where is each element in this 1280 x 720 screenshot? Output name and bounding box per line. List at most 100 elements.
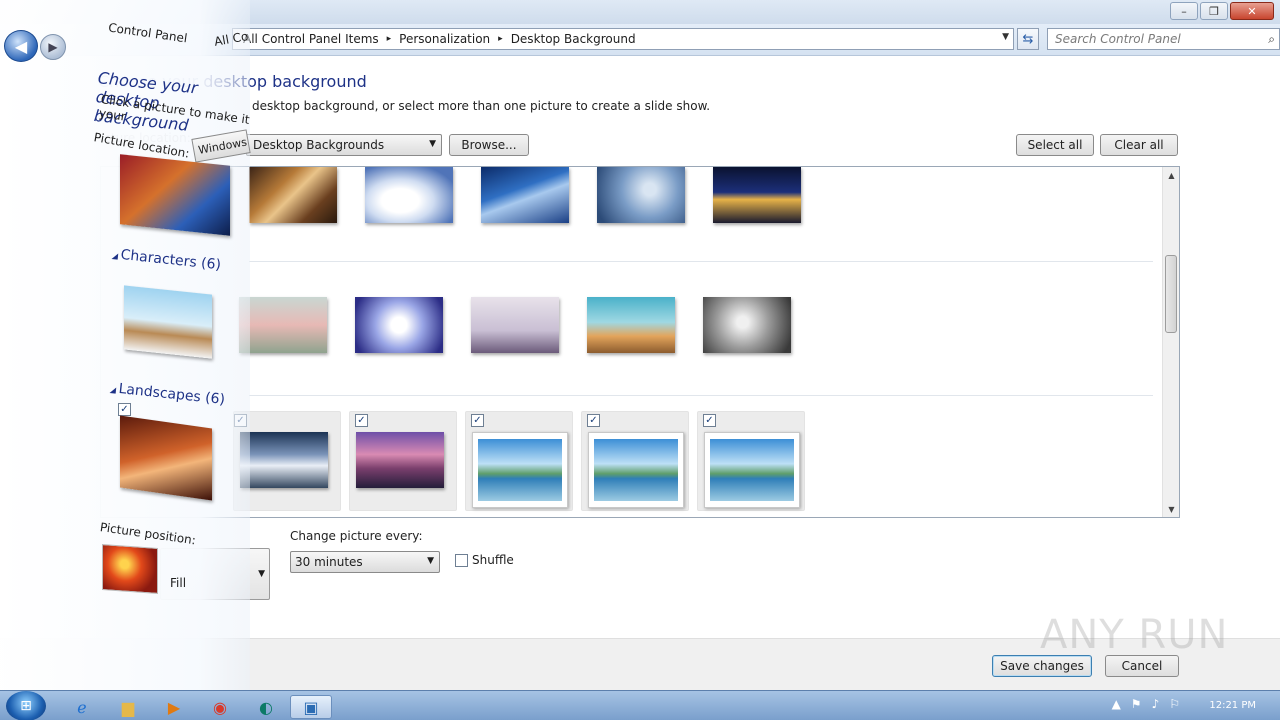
search-input[interactable]: Search Control Panel ⌕ — [1047, 28, 1280, 50]
taskbar-edge[interactable]: ◐ — [246, 695, 286, 719]
thumbnail-characters-4[interactable] — [471, 297, 581, 397]
address-bar[interactable]: All Control Panel Items ▸ Personalizatio… — [232, 28, 1014, 50]
thumbnail-landscapes-2[interactable]: ✓ — [233, 411, 341, 511]
watermark-logo: ANY RUN — [1040, 612, 1229, 658]
address-row: All Control Panel Items ▸ Personalizatio… — [0, 24, 1280, 56]
search-placeholder: Search Control Panel — [1055, 32, 1181, 46]
overlay-position-label: Picture position: — [99, 520, 197, 548]
thumbnail-checkbox[interactable]: ✓ — [703, 414, 716, 427]
start-button[interactable]: ⊞ — [6, 691, 46, 720]
thumbnail-landscapes-6[interactable]: ✓ — [697, 411, 805, 511]
thumbnail-frame — [472, 432, 568, 508]
thumbnail-image — [471, 297, 559, 353]
control-panel-icon: ▣ — [303, 697, 319, 717]
folder-icon: ▆ — [121, 697, 135, 717]
media-player-icon: ▶ — [167, 697, 181, 717]
thumbnail-architecture-5[interactable] — [705, 167, 813, 267]
refresh-icon: ⇆ — [1022, 31, 1034, 47]
window-controls: – ❐ ✕ — [1170, 2, 1274, 20]
thumbnail-characters-3[interactable] — [355, 297, 465, 397]
group-divider — [249, 395, 1153, 396]
breadcrumb-desktop-background[interactable]: Desktop Background — [511, 32, 636, 46]
picture-location-select[interactable]: Desktop Backgrounds ▼ — [246, 134, 442, 156]
thumbnail-frame — [704, 432, 800, 508]
thumbnail-image — [481, 167, 569, 223]
scroll-down-arrow-icon[interactable]: ▼ — [1163, 501, 1179, 517]
thumbnail-architecture-1[interactable] — [241, 167, 349, 267]
thumbnail-image — [713, 167, 801, 223]
clear-all-button[interactable]: Clear all — [1100, 134, 1178, 156]
thumbnail-image — [710, 439, 794, 501]
shuffle-label: Shuffle — [472, 553, 514, 567]
browse-button[interactable]: Browse... — [449, 134, 529, 156]
breadcrumb-all-control-panel-items[interactable]: All Control Panel Items — [243, 32, 379, 46]
select-all-button[interactable]: Select all — [1016, 134, 1094, 156]
minimize-button[interactable]: – — [1170, 2, 1198, 20]
search-icon[interactable]: ⌕ — [1268, 32, 1275, 47]
chevron-down-icon: ▼ — [429, 139, 436, 149]
close-button[interactable]: ✕ — [1230, 2, 1274, 20]
taskbar-internet-explorer[interactable]: ℯ — [62, 695, 102, 719]
change-picture-value: 30 minutes — [295, 555, 363, 569]
overlay-position-preview — [102, 544, 158, 594]
picture-gallery[interactable]: ✓ ✓ ✓ ✓ ✓ ▲ ▼ — [100, 166, 1180, 518]
thumbnail-checkbox[interactable]: ✓ — [355, 414, 368, 427]
thumbnail-checkbox[interactable]: ✓ — [234, 414, 247, 427]
show-hidden-icons-icon[interactable]: ▲ — [1112, 697, 1121, 711]
taskbar-chrome[interactable]: ◉ — [200, 695, 240, 719]
picture-position-select[interactable]: ▼ — [160, 548, 270, 600]
shuffle-checkbox-box[interactable] — [455, 553, 468, 567]
thumbnail-architecture-4[interactable] — [589, 167, 697, 267]
thumbnail-characters-5[interactable] — [587, 297, 697, 397]
edge-icon: ◐ — [259, 697, 273, 717]
page-title: Choose your desktop background — [98, 72, 367, 91]
thumbnail-characters-2[interactable] — [239, 297, 349, 397]
maximize-button[interactable]: ❐ — [1200, 2, 1228, 20]
chevron-down-icon: ▼ — [258, 569, 265, 579]
scroll-up-arrow-icon[interactable]: ▲ — [1163, 167, 1179, 183]
network-icon[interactable]: ⚑ — [1131, 697, 1142, 711]
thumbnail-characters-6[interactable] — [703, 297, 813, 397]
breadcrumb-personalization[interactable]: Personalization — [399, 32, 490, 46]
taskbar: ⊞ ℯ ▆ ▶ ◉ ◐ ▣ ▲ ⚑ ♪ ⚐ 12:21 PM — [0, 690, 1280, 720]
scroll-thumb[interactable] — [1165, 255, 1177, 333]
thumbnail-checkbox[interactable]: ✓ — [587, 414, 600, 427]
thumbnail-frame — [588, 432, 684, 508]
thumbnail-landscapes-3[interactable]: ✓ — [349, 411, 457, 511]
cancel-button[interactable]: Cancel — [1105, 655, 1179, 677]
thumbnail-checkbox[interactable]: ✓ — [471, 414, 484, 427]
save-changes-button[interactable]: Save changes — [992, 655, 1092, 677]
chevron-down-icon: ▼ — [427, 556, 434, 566]
overlay-location-select: Windows — [191, 129, 251, 163]
chevron-right-icon[interactable]: ▸ — [387, 34, 392, 44]
change-picture-label: Change picture every: — [290, 529, 423, 543]
thumbnail-image — [239, 297, 327, 353]
volume-icon[interactable]: ♪ — [1152, 697, 1160, 711]
shuffle-checkbox[interactable]: Shuffle — [455, 553, 514, 567]
picture-location-value: Desktop Backgrounds — [253, 138, 385, 152]
group-divider — [249, 261, 1153, 262]
thumbnail-image — [240, 432, 328, 488]
thumbnail-image — [355, 297, 443, 353]
gallery-scrollbar[interactable]: ▲ ▼ — [1162, 167, 1179, 517]
taskbar-explorer[interactable]: ▆ — [108, 695, 148, 719]
system-tray: ▲ ⚑ ♪ ⚐ — [1112, 697, 1180, 711]
thumbnail-image — [587, 297, 675, 353]
thumbnail-landscapes-4[interactable]: ✓ — [465, 411, 573, 511]
refresh-button[interactable]: ⇆ — [1017, 28, 1039, 50]
change-picture-select[interactable]: 30 minutes ▼ — [290, 551, 440, 573]
thumbnail-image — [594, 439, 678, 501]
thumbnail-image — [478, 439, 562, 501]
chevron-down-icon[interactable]: ▼ — [1002, 32, 1009, 42]
chevron-right-icon[interactable]: ▸ — [498, 34, 503, 44]
thumbnail-architecture-3[interactable] — [473, 167, 581, 267]
taskbar-media-player[interactable]: ▶ — [154, 695, 194, 719]
taskbar-control-panel[interactable]: ▣ — [290, 695, 332, 719]
action-center-icon[interactable]: ⚐ — [1169, 697, 1180, 711]
thumbnail-architecture-2[interactable] — [357, 167, 465, 267]
thumbnail-landscapes-5[interactable]: ✓ — [581, 411, 689, 511]
thumbnail-image — [703, 297, 791, 353]
thumbnail-image — [356, 432, 444, 488]
taskbar-clock[interactable]: 12:21 PM — [1209, 700, 1256, 711]
thumbnail-image — [365, 167, 453, 223]
